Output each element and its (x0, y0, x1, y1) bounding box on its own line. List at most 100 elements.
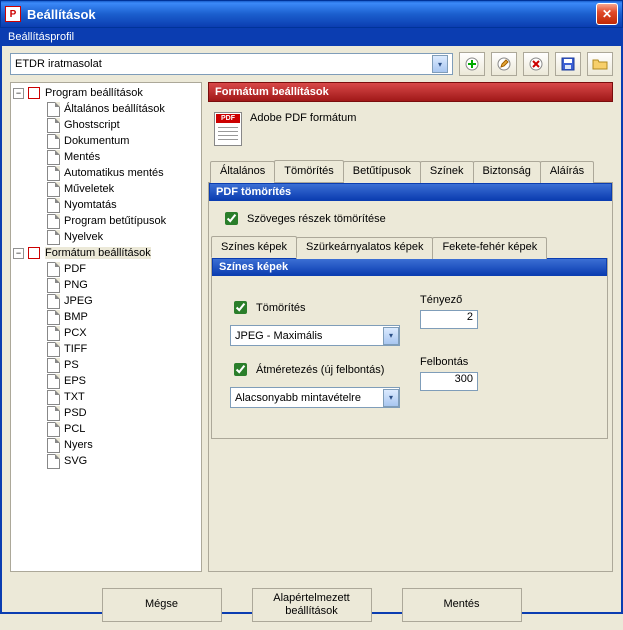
tree-label: Program beállítások (45, 87, 143, 99)
tree-label: Általános beállítások (64, 103, 165, 115)
image-tab[interactable]: Színes képek (211, 236, 297, 258)
doc-icon (45, 453, 61, 469)
tree-label: Műveletek (64, 183, 114, 195)
tree-item[interactable]: PDF (11, 261, 201, 277)
text-compress-checkbox[interactable] (225, 212, 238, 225)
doc-icon (45, 389, 61, 405)
tree-label: JPEG (64, 295, 93, 307)
tree-item[interactable]: PS (11, 357, 201, 373)
tree-item[interactable]: Dokumentum (11, 133, 201, 149)
tree-item[interactable]: Program betűtípusok (11, 213, 201, 229)
doc-icon (45, 101, 61, 117)
tree-item[interactable]: EPS (11, 373, 201, 389)
tree-item[interactable]: Nyers (11, 437, 201, 453)
doc-icon (45, 293, 61, 309)
section-header: Formátum beállítások (208, 82, 613, 102)
doc-icon (45, 421, 61, 437)
group-header: Színes képek (212, 258, 607, 276)
tree-item[interactable]: Mentés (11, 149, 201, 165)
tab-tömörítés[interactable]: Tömörítés (274, 160, 344, 182)
cancel-button[interactable]: Mégse (102, 588, 222, 622)
save-profile-button[interactable] (555, 52, 581, 76)
tree-item[interactable]: Ghostscript (11, 117, 201, 133)
doc-icon (45, 181, 61, 197)
compress-checkbox[interactable] (234, 301, 247, 314)
tree-label: BMP (64, 311, 88, 323)
save-button[interactable]: Mentés (402, 588, 522, 622)
delete-profile-button[interactable] (523, 52, 549, 76)
tree-item[interactable]: Nyomtatás (11, 197, 201, 213)
profile-bar: Beállításprofil (2, 28, 621, 46)
tree-item[interactable]: PNG (11, 277, 201, 293)
doc-icon (45, 213, 61, 229)
tree-label: PCL (64, 423, 85, 435)
tab-biztonság[interactable]: Biztonság (473, 161, 541, 183)
profile-selected: ETDR iratmasolat (15, 58, 432, 70)
tree-item[interactable]: Nyelvek (11, 229, 201, 245)
tree-label: SVG (64, 455, 87, 467)
settings-tree[interactable]: − Program beállítások Általános beállítá… (10, 82, 202, 572)
add-profile-button[interactable] (459, 52, 485, 76)
tree-label: Nyelvek (64, 231, 103, 243)
tab-aláírás[interactable]: Aláírás (540, 161, 594, 183)
tree-item[interactable]: PCX (11, 325, 201, 341)
tree-label: PNG (64, 279, 88, 291)
tree-item[interactable]: JPEG (11, 293, 201, 309)
doc-icon (45, 357, 61, 373)
tab-általános[interactable]: Általános (210, 161, 275, 183)
resample-method-value: Alacsonyabb mintavételre (231, 392, 383, 404)
collapse-icon[interactable]: − (13, 248, 24, 259)
compress-label: Tömörítés (256, 302, 306, 314)
tree-label: Nyomtatás (64, 199, 117, 211)
tree-item[interactable]: SVG (11, 453, 201, 469)
tree-item[interactable]: TIFF (11, 341, 201, 357)
dropdown-arrow-icon: ▾ (432, 55, 448, 73)
tree-root-format[interactable]: − Formátum beállítások (11, 245, 201, 261)
edit-profile-button[interactable] (491, 52, 517, 76)
app-icon: P (5, 6, 21, 22)
doc-icon (45, 437, 61, 453)
defaults-button[interactable]: Alapértelmezett beállítások (252, 588, 372, 622)
doc-icon (45, 341, 61, 357)
tree-item[interactable]: Műveletek (11, 181, 201, 197)
collapse-icon[interactable]: − (13, 88, 24, 99)
factor-input[interactable]: 2 (420, 310, 478, 329)
dropdown-arrow-icon: ▾ (383, 327, 399, 345)
tree-item[interactable]: BMP (11, 309, 201, 325)
image-tab[interactable]: Szürkeárnyalatos képek (296, 237, 433, 259)
close-button[interactable]: ✕ (596, 3, 618, 25)
resample-method-select[interactable]: Alacsonyabb mintavételre ▾ (230, 387, 400, 408)
tree-item[interactable]: TXT (11, 389, 201, 405)
resample-checkbox[interactable] (234, 363, 247, 376)
tree-label: Ghostscript (64, 119, 120, 131)
window-title: Beállítások (27, 7, 596, 22)
pdf-format-icon (214, 112, 242, 146)
doc-icon (45, 165, 61, 181)
compress-method-select[interactable]: JPEG - Maximális ▾ (230, 325, 400, 346)
doc-icon (45, 277, 61, 293)
tree-label: TXT (64, 391, 85, 403)
resolution-input[interactable]: 300 (420, 372, 478, 391)
tree-item[interactable]: Automatikus mentés (11, 165, 201, 181)
factor-label: Tényező (420, 294, 478, 306)
tree-root-program[interactable]: − Program beállítások (11, 85, 201, 101)
doc-icon (45, 133, 61, 149)
profile-label: Beállításprofil (8, 31, 74, 43)
image-tab[interactable]: Fekete-fehér képek (432, 237, 547, 259)
doc-icon (45, 197, 61, 213)
image-tabs: Színes képekSzürkeárnyalatos képekFekete… (209, 236, 612, 258)
tree-label: PSD (64, 407, 87, 419)
app-icon (26, 245, 42, 261)
tree-item[interactable]: PCL (11, 421, 201, 437)
profile-select[interactable]: ETDR iratmasolat ▾ (10, 53, 453, 75)
tree-label: PDF (64, 263, 86, 275)
tree-label: Nyers (64, 439, 93, 451)
resolution-label: Felbontás (420, 356, 478, 368)
tree-label: EPS (64, 375, 86, 387)
tab-színek[interactable]: Színek (420, 161, 474, 183)
tab-betűtípusok[interactable]: Betűtípusok (343, 161, 421, 183)
tree-item[interactable]: Általános beállítások (11, 101, 201, 117)
open-folder-button[interactable] (587, 52, 613, 76)
doc-icon (45, 261, 61, 277)
tree-item[interactable]: PSD (11, 405, 201, 421)
